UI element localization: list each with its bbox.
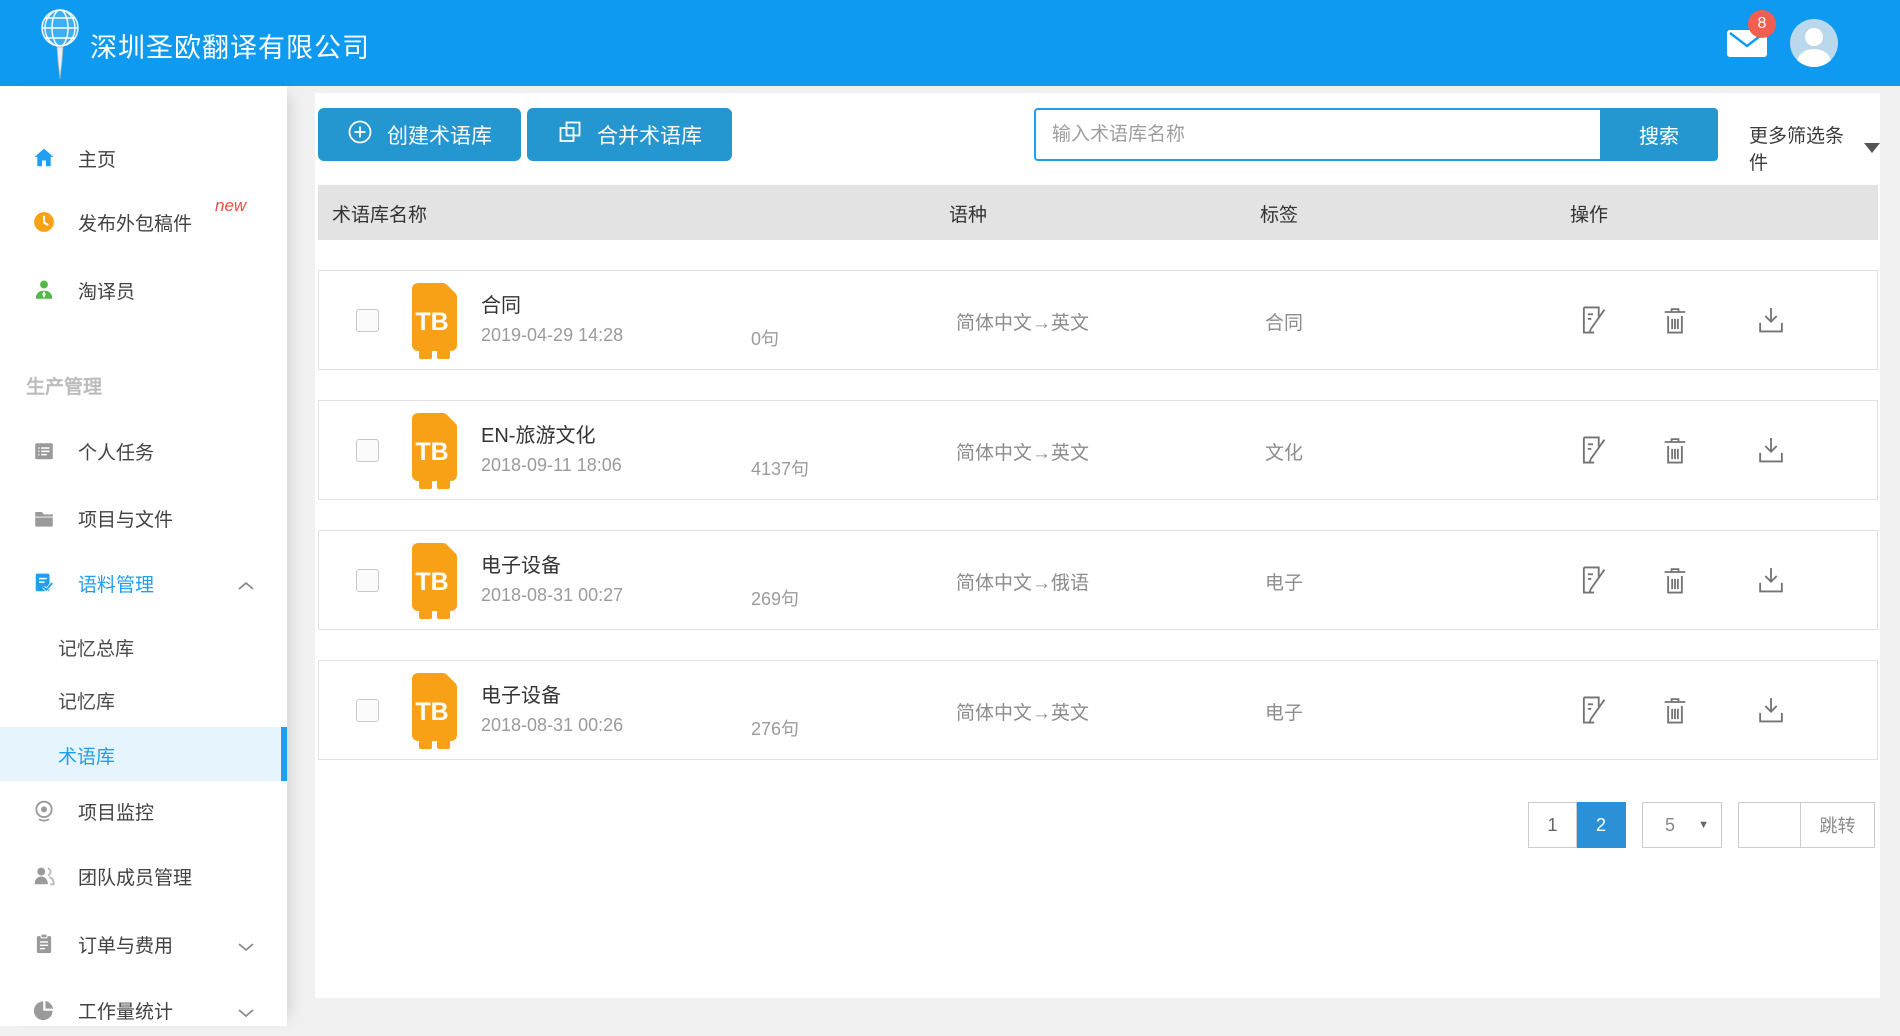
more-filters-dropdown[interactable]: 更多筛选条件 bbox=[1749, 121, 1880, 175]
termbase-tag: 文化 bbox=[1265, 438, 1303, 465]
folder-icon bbox=[33, 507, 55, 529]
delete-icon[interactable] bbox=[1659, 434, 1691, 466]
top-header: 深圳圣欧翻译有限公司 8 bbox=[0, 0, 1900, 86]
clipboard-icon bbox=[33, 933, 55, 955]
termbase-language: 简体中文→英文 bbox=[956, 438, 1089, 465]
sidebar-section-production: 生产管理 bbox=[26, 372, 226, 399]
termbase-count: 4137句 bbox=[751, 455, 809, 481]
sidebar-subitem-memory-db[interactable]: 记忆库 bbox=[0, 672, 287, 726]
column-header-name: 术语库名称 bbox=[332, 200, 427, 227]
sidebar-subitem-term-db[interactable]: 术语库 bbox=[0, 727, 287, 781]
sidebar-item-publish[interactable]: 发布外包稿件 new bbox=[0, 196, 287, 248]
table-header: 术语库名称 语种 标签 操作 bbox=[318, 185, 1878, 240]
table-row: TB EN-旅游文化 2018-09-11 18:06 4137句 简体中文→英… bbox=[318, 400, 1878, 500]
termbase-count: 269句 bbox=[751, 585, 799, 611]
sidebar-item-workload-stats[interactable]: 工作量统计 bbox=[0, 984, 287, 1036]
table-row: TB 合同 2019-04-29 14:28 0句 简体中文→英文 合同 bbox=[318, 270, 1878, 370]
download-icon[interactable] bbox=[1755, 694, 1787, 726]
sidebar-subitem-memory-master[interactable]: 记忆总库 bbox=[0, 619, 287, 673]
column-header-language: 语种 bbox=[949, 200, 987, 227]
clock-icon bbox=[33, 211, 55, 233]
row-checkbox[interactable] bbox=[356, 439, 379, 462]
pie-chart-icon bbox=[33, 999, 55, 1021]
termbase-icon: TB bbox=[406, 412, 466, 490]
column-header-tag: 标签 bbox=[1260, 200, 1298, 227]
column-header-actions: 操作 bbox=[1570, 200, 1608, 227]
termbase-name[interactable]: 电子设备 bbox=[481, 679, 561, 708]
monitor-icon bbox=[33, 800, 55, 822]
termbase-tag: 电子 bbox=[1265, 568, 1303, 595]
page-1-button[interactable]: 1 bbox=[1528, 802, 1577, 848]
table-row: TB 电子设备 2018-08-31 00:27 269句 简体中文→俄语 电子 bbox=[318, 530, 1878, 630]
sidebar-item-corpus-management[interactable]: 语料管理 bbox=[0, 557, 287, 609]
delete-icon[interactable] bbox=[1659, 694, 1691, 726]
create-termbase-button[interactable]: 创建术语库 bbox=[318, 108, 521, 161]
active-indicator-bar bbox=[281, 727, 287, 781]
download-icon[interactable] bbox=[1755, 304, 1787, 336]
termbase-date: 2018-08-31 00:26 bbox=[481, 715, 623, 736]
delete-icon[interactable] bbox=[1659, 304, 1691, 336]
mail-badge[interactable]: 8 bbox=[1748, 10, 1776, 38]
page-2-button[interactable]: 2 bbox=[1577, 802, 1626, 848]
search-input[interactable] bbox=[1034, 108, 1600, 161]
company-logo-icon bbox=[38, 6, 82, 87]
edit-icon[interactable] bbox=[1577, 304, 1609, 336]
chevron-down-icon[interactable] bbox=[237, 1005, 255, 1023]
termbase-icon: TB bbox=[406, 542, 466, 620]
edit-icon[interactable] bbox=[1577, 434, 1609, 466]
termbase-tag: 电子 bbox=[1265, 698, 1303, 725]
termbase-icon: TB bbox=[406, 282, 466, 360]
task-list-icon bbox=[33, 440, 55, 462]
sidebar-item-personal-tasks[interactable]: 个人任务 bbox=[0, 425, 287, 477]
termbase-date: 2018-08-31 00:27 bbox=[481, 585, 623, 606]
row-checkbox[interactable] bbox=[356, 569, 379, 592]
translator-icon bbox=[33, 279, 55, 301]
company-name: 深圳圣欧翻译有限公司 bbox=[90, 26, 370, 65]
chevron-up-icon[interactable] bbox=[237, 578, 255, 596]
new-badge: new bbox=[215, 196, 246, 216]
termbase-name[interactable]: 合同 bbox=[481, 289, 521, 318]
sidebar-item-orders-fees[interactable]: 订单与费用 bbox=[0, 918, 287, 970]
sidebar: 主页 发布外包稿件 new 淘译员 生产管理 个人任务 项目与文件 语料管理 bbox=[0, 86, 287, 1026]
sidebar-item-translators[interactable]: 淘译员 bbox=[0, 264, 287, 316]
row-checkbox[interactable] bbox=[356, 699, 379, 722]
merge-termbase-button[interactable]: 合并术语库 bbox=[527, 108, 732, 161]
edit-icon[interactable] bbox=[1577, 694, 1609, 726]
sidebar-item-team-management[interactable]: 团队成员管理 bbox=[0, 850, 287, 902]
team-icon bbox=[33, 865, 55, 887]
row-checkbox[interactable] bbox=[356, 309, 379, 332]
main-content: 创建术语库 合并术语库 搜索 更多筛选条件 术语库名称 语种 标签 操作 TB … bbox=[315, 93, 1880, 998]
merge-icon bbox=[557, 119, 583, 151]
table-row: TB 电子设备 2018-08-31 00:26 276句 简体中文→英文 电子 bbox=[318, 660, 1878, 760]
termbase-language: 简体中文→英文 bbox=[956, 698, 1089, 725]
dropdown-arrow-icon bbox=[1864, 143, 1880, 153]
termbase-date: 2019-04-29 14:28 bbox=[481, 325, 623, 346]
user-avatar[interactable] bbox=[1790, 19, 1838, 67]
termbase-language: 简体中文→英文 bbox=[956, 308, 1089, 335]
sidebar-item-home[interactable]: 主页 bbox=[0, 132, 287, 184]
jump-page-input[interactable] bbox=[1738, 802, 1800, 848]
download-icon[interactable] bbox=[1755, 564, 1787, 596]
plus-circle-icon bbox=[347, 119, 373, 151]
termbase-name[interactable]: 电子设备 bbox=[481, 549, 561, 578]
search-button[interactable]: 搜索 bbox=[1600, 108, 1718, 161]
sidebar-item-project-monitor[interactable]: 项目监控 bbox=[0, 785, 287, 837]
sidebar-item-projects-files[interactable]: 项目与文件 bbox=[0, 492, 287, 544]
edit-icon[interactable] bbox=[1577, 564, 1609, 596]
corpus-doc-icon bbox=[33, 572, 55, 594]
termbase-language: 简体中文→俄语 bbox=[956, 568, 1089, 595]
termbase-count: 276句 bbox=[751, 715, 799, 741]
termbase-name[interactable]: EN-旅游文化 bbox=[481, 419, 595, 448]
jump-button[interactable]: 跳转 bbox=[1800, 802, 1875, 848]
delete-icon[interactable] bbox=[1659, 564, 1691, 596]
chevron-down-icon[interactable] bbox=[237, 939, 255, 957]
termbase-count: 0句 bbox=[751, 325, 779, 351]
termbase-icon: TB bbox=[406, 672, 466, 750]
page-size-select[interactable]: 5 ▼ bbox=[1642, 802, 1722, 848]
download-icon[interactable] bbox=[1755, 434, 1787, 466]
select-arrow-icon: ▼ bbox=[1698, 819, 1709, 831]
termbase-tag: 合同 bbox=[1265, 308, 1303, 335]
termbase-date: 2018-09-11 18:06 bbox=[481, 455, 622, 476]
home-icon bbox=[33, 147, 55, 169]
